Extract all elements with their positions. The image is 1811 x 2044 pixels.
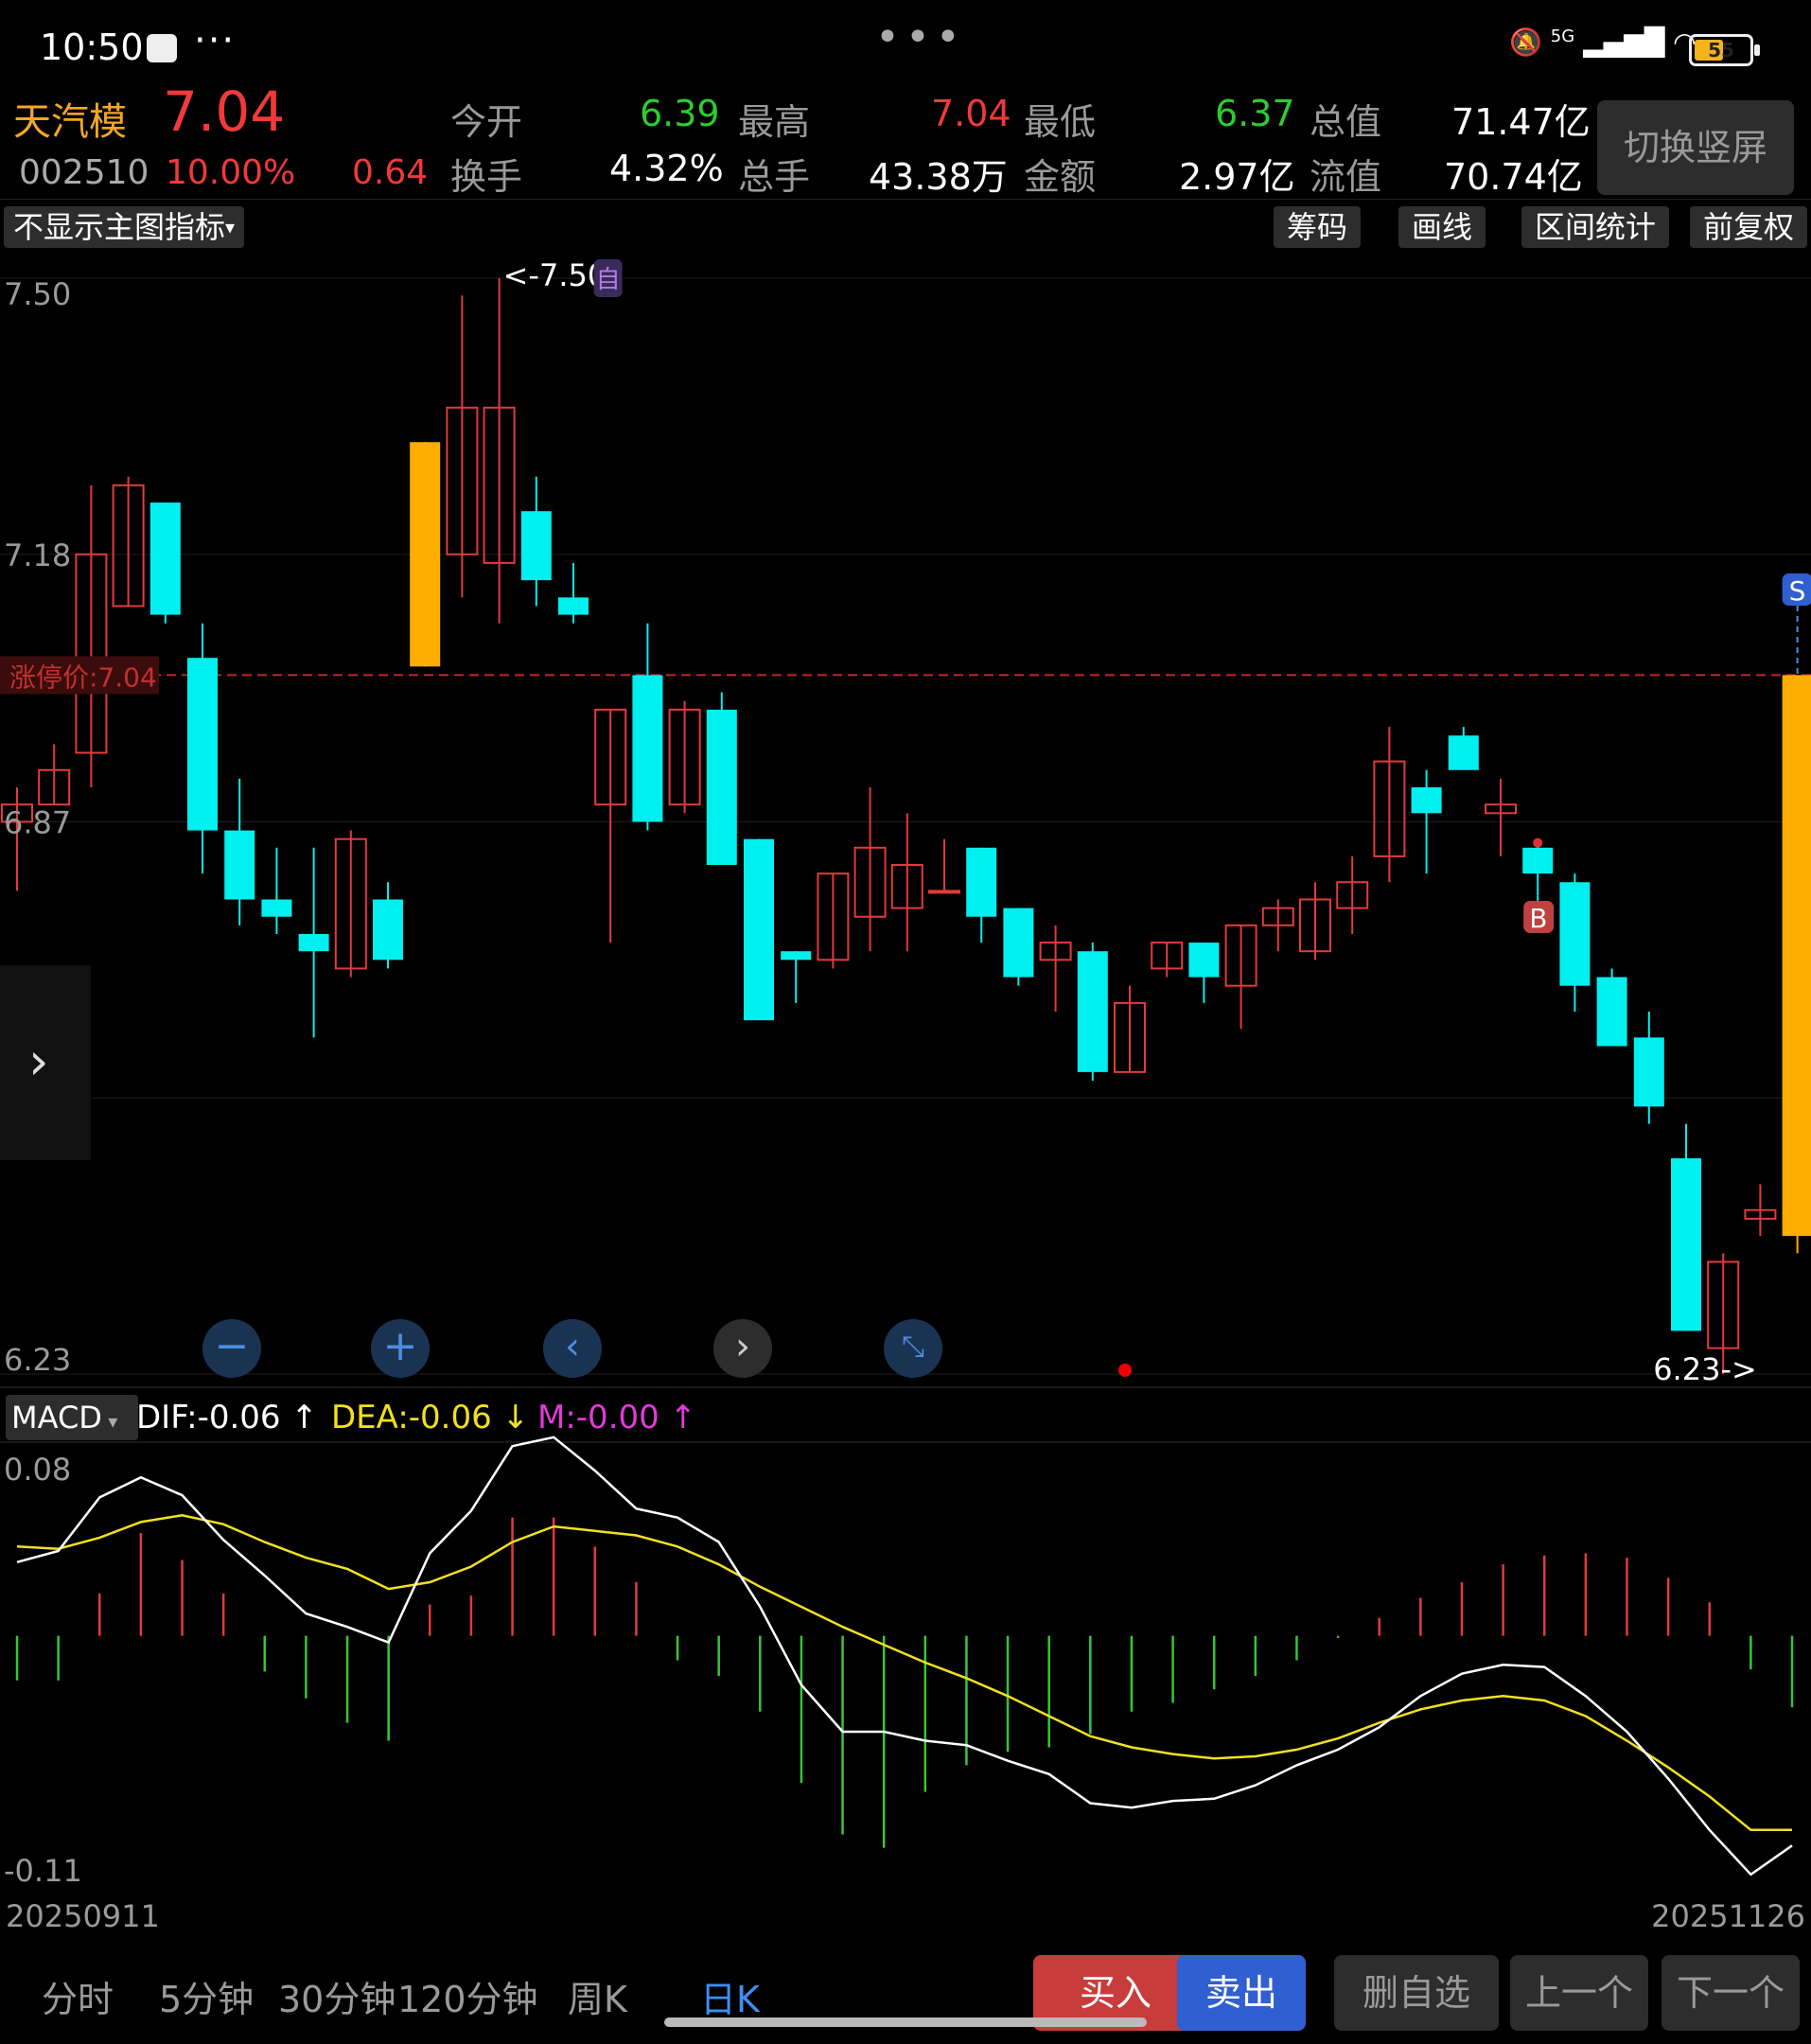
candle-body [1448,735,1479,770]
candle-body [298,933,329,952]
remove-watchlist-button[interactable]: 删自选 [1334,1955,1499,2031]
candle-body [558,597,589,615]
buy-marker-label: B [1529,903,1547,934]
candle-body [149,502,181,615]
collapse-icon[interactable]: ⤡ [884,1319,942,1378]
zoom-out-button[interactable]: − [202,1319,261,1378]
candle-body [1003,907,1034,978]
m-value: M:-0.00 [537,1399,659,1436]
prev-stock-button[interactable]: 上一个 [1510,1955,1648,2031]
tab-30min[interactable]: 30分钟 [278,1970,396,2022]
side-panel-handle[interactable]: › [0,965,91,1160]
candle-body [187,658,218,831]
candle-body [928,890,960,894]
tab-5min[interactable]: 5分钟 [159,1970,254,2022]
x-axis-end-label: 20251126 [1651,1898,1805,1934]
sub-indicator-label: MACD [11,1400,102,1436]
price-axis-label: 6.87 [4,804,71,840]
macd-axis-label: -0.11 [4,1853,82,1889]
sell-button[interactable]: 卖出 [1177,1955,1306,2031]
zoom-in-button[interactable]: + [371,1319,430,1378]
dif-legend: DIF:-0.06 ↑ [136,1395,318,1440]
live-dot-icon [1118,1364,1132,1377]
min-price-label: 6.23-> [1653,1351,1757,1387]
candle-body [781,951,812,960]
kline-chart[interactable]: 7.507.186.876.556.23涨停价:7.04<-7.50自6.23-… [0,0,1811,1949]
macd-axis-label: 0.08 [4,1452,71,1488]
candle-body [224,830,255,900]
tab-daily[interactable]: 日K [700,1970,760,2022]
candle-body [1411,786,1442,814]
dif-value: DIF:-0.06 [136,1399,281,1436]
m-arrow-icon: ↑ [669,1399,697,1436]
candle-body [410,442,441,667]
self-select-marker: 自 [596,266,621,294]
dea-legend: DEA:-0.06 ↓ [331,1395,529,1440]
candle-body [373,899,403,960]
next-stock-button[interactable]: 下一个 [1662,1955,1800,2031]
buy-marker-dot [1533,837,1543,848]
chevron-right-icon: › [28,1031,49,1091]
tab-intraday[interactable]: 分时 [42,1970,114,2022]
price-axis-label: 7.18 [4,537,71,573]
limit-up-label: 涨停价:7.04 [9,661,157,693]
candle-body [520,511,552,581]
candle-body [1596,977,1627,1047]
candle-body [1077,951,1108,1072]
tab-weekly[interactable]: 周K [568,1970,627,2022]
dif-line [16,1436,1793,1877]
scroll-left-button[interactable]: ‹ [543,1319,602,1378]
candle-body [632,675,663,822]
dea-value: DEA:-0.06 [331,1399,492,1436]
sub-indicator-select[interactable]: MACD ▾ [6,1395,138,1440]
candle-body [1188,943,1220,978]
dropdown-icon: ▾ [101,1410,118,1433]
tab-120min[interactable]: 120分钟 [397,1970,538,2022]
x-axis-start-label: 20250911 [6,1898,160,1934]
price-axis-label: 6.23 [4,1342,71,1378]
candle-body [1782,675,1811,1237]
dif-arrow-icon: ↑ [290,1399,318,1436]
sell-marker-label: S [1789,575,1806,607]
candle-body [1671,1158,1701,1331]
candle-body [706,709,737,866]
candle-body [1522,847,1554,874]
scroll-right-button[interactable]: › [713,1319,772,1378]
price-axis-label: 7.50 [4,276,71,312]
candle-body [966,847,997,917]
candle-body [1633,1037,1664,1107]
candle-body [1559,882,1591,986]
home-indicator[interactable] [664,2018,1147,2027]
m-legend: M:-0.00 ↑ [537,1395,696,1440]
max-price-label: <-7.50 [503,257,607,293]
candle-body [261,899,292,917]
dea-line [16,1514,1792,1832]
dea-arrow-icon: ↓ [501,1399,530,1436]
candle-body [744,838,774,1021]
